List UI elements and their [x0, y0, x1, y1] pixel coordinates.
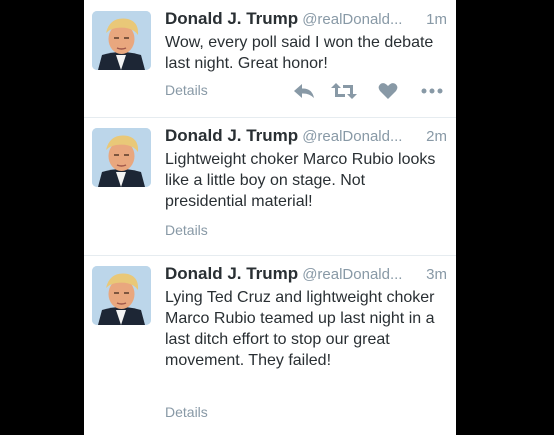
details-link[interactable]: Details	[165, 82, 208, 98]
more-icon	[421, 88, 443, 94]
like-icon	[378, 83, 398, 99]
timestamp[interactable]: 2m	[426, 128, 447, 145]
avatar[interactable]	[92, 128, 151, 187]
retweet-icon	[331, 83, 357, 99]
timestamp[interactable]: 1m	[426, 11, 447, 28]
avatar[interactable]	[92, 11, 151, 70]
author-handle[interactable]: @realDonald...	[302, 128, 402, 145]
tweet[interactable]: Donald J. Trump @realDonald... 2m Lightwe…	[84, 117, 456, 256]
tweet-text: Lightweight choker Marco Rubio looks lik…	[165, 151, 436, 210]
tweet[interactable]: Donald J. Trump @realDonald... 3m Lying T…	[84, 255, 456, 435]
tweet-timeline: Donald J. Trump @realDonald... 1m Wow, ev…	[84, 0, 456, 435]
avatar[interactable]	[92, 266, 151, 325]
tweet-actions	[290, 80, 450, 102]
details-link[interactable]: Details	[165, 222, 208, 238]
author-name[interactable]: Donald J. Trump	[165, 264, 298, 283]
tweet-header: Donald J. Trump @realDonald... 2m	[165, 126, 447, 148]
author-name[interactable]: Donald J. Trump	[165, 126, 298, 145]
tweet-text: Wow, every poll said I won the debate la…	[165, 34, 434, 72]
tweet-header: Donald J. Trump @realDonald... 3m	[165, 264, 447, 286]
tweet[interactable]: Donald J. Trump @realDonald... 1m Wow, ev…	[84, 0, 456, 118]
tweet-header: Donald J. Trump @realDonald... 1m	[165, 9, 447, 31]
reply-icon	[294, 84, 314, 98]
timestamp[interactable]: 3m	[426, 266, 447, 283]
author-name[interactable]: Donald J. Trump	[165, 9, 298, 28]
author-handle[interactable]: @realDonald...	[302, 266, 402, 283]
author-handle[interactable]: @realDonald...	[302, 11, 402, 28]
retweet-button[interactable]	[330, 80, 358, 102]
like-button[interactable]	[376, 80, 400, 102]
details-link[interactable]: Details	[165, 404, 208, 420]
tweet-text: Lying Ted Cruz and lightweight choker Ma…	[165, 289, 435, 369]
more-button[interactable]	[418, 80, 446, 102]
reply-button[interactable]	[290, 80, 318, 102]
